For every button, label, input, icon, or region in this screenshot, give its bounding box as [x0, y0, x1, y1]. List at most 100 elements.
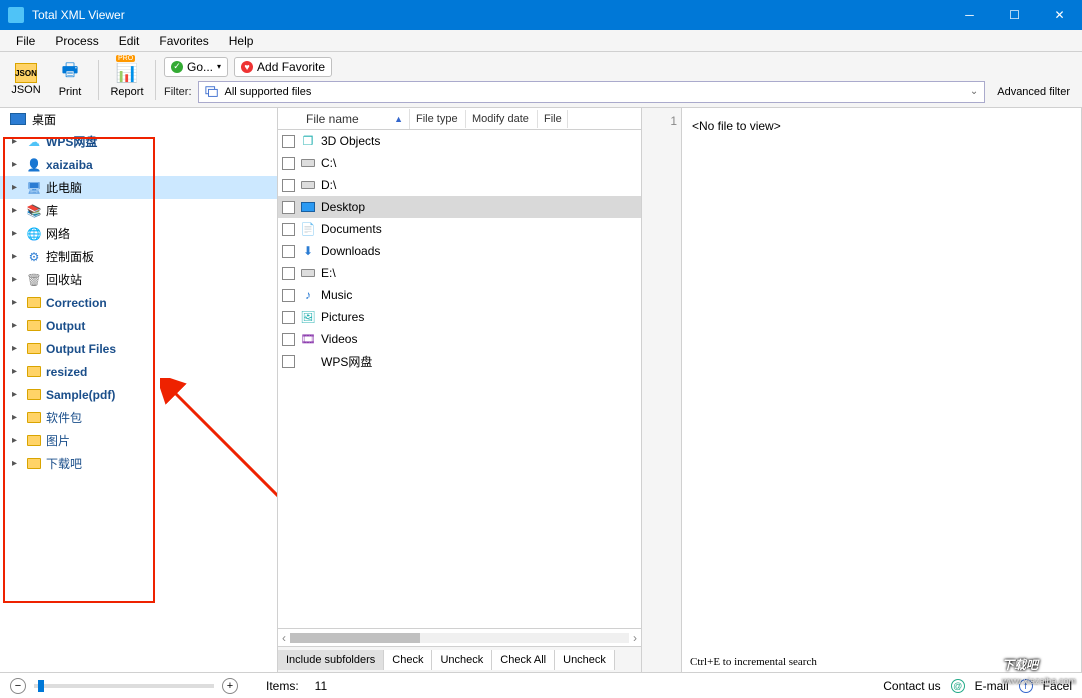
minimize-button[interactable]: ─ [947, 0, 992, 30]
file-row[interactable]: 🖼Pictures [278, 306, 641, 328]
expand-arrow-icon[interactable]: ▸ [12, 412, 22, 423]
tree-item[interactable]: ▸🗑回收站 [0, 268, 277, 291]
checkbox[interactable] [282, 355, 295, 368]
expand-arrow-icon[interactable]: ▸ [12, 366, 22, 377]
horizontal-scrollbar[interactable]: ‹› [278, 628, 641, 646]
expand-arrow-icon[interactable]: ▸ [12, 228, 22, 239]
expand-arrow-icon[interactable]: ▸ [12, 297, 22, 308]
tree-item[interactable]: ▸👤xaizaiba [0, 153, 277, 176]
add-favorite-button[interactable]: ♥ Add Favorite [234, 57, 332, 77]
expand-arrow-icon[interactable]: ▸ [12, 182, 22, 193]
checkbox[interactable] [282, 289, 295, 302]
checkbox[interactable] [282, 245, 295, 258]
file-row[interactable]: D:\ [278, 174, 641, 196]
separator [98, 60, 99, 100]
checkbox[interactable] [282, 333, 295, 346]
vid-icon: 🎞 [299, 331, 317, 347]
tree-label: 库 [46, 202, 58, 219]
zoom-slider[interactable] [34, 684, 214, 688]
tree-item[interactable]: ▸🌐网络 [0, 222, 277, 245]
file-row[interactable]: ⬇Downloads [278, 240, 641, 262]
menu-favorites[interactable]: Favorites [149, 32, 218, 50]
expand-arrow-icon[interactable]: ▸ [12, 274, 22, 285]
maximize-button[interactable]: ☐ [992, 0, 1037, 30]
checkbox[interactable] [282, 201, 295, 214]
tree-item[interactable]: ▸🖥此电脑 [0, 176, 277, 199]
zoom-in-button[interactable]: + [222, 678, 238, 694]
col-filesize[interactable]: File [538, 110, 568, 128]
checkbox[interactable] [282, 179, 295, 192]
file-row[interactable]: ❒3D Objects [278, 130, 641, 152]
file-row[interactable]: WPS网盘 [278, 350, 641, 372]
expand-arrow-icon[interactable]: ▸ [12, 320, 22, 331]
tree-item[interactable]: ▸Sample(pdf) [0, 383, 277, 406]
tree-item[interactable]: ▸📚库 [0, 199, 277, 222]
tab-uncheck-all[interactable]: Uncheck [555, 650, 615, 670]
email-link[interactable]: E-mail [975, 679, 1009, 693]
expand-arrow-icon[interactable]: ▸ [12, 251, 22, 262]
file-tabs: Include subfolders Check Uncheck Check A… [278, 646, 641, 672]
file-row[interactable]: E:\ [278, 262, 641, 284]
tree-item[interactable]: ▸软件包 [0, 406, 277, 429]
expand-arrow-icon[interactable]: ▸ [12, 136, 22, 147]
tree-root[interactable]: 桌面 [0, 108, 277, 130]
tree-item[interactable]: ▸下载吧 [0, 452, 277, 475]
close-button[interactable]: ✕ [1037, 0, 1082, 30]
tree-item[interactable]: ▸Output Files [0, 337, 277, 360]
expand-arrow-icon[interactable]: ▸ [12, 205, 22, 216]
expand-arrow-icon[interactable]: ▸ [12, 343, 22, 354]
tab-check[interactable]: Check [384, 650, 432, 670]
email-icon[interactable]: @ [951, 679, 965, 693]
file-row[interactable]: 🎞Videos [278, 328, 641, 350]
music-icon: ♪ [299, 287, 317, 303]
go-button[interactable]: ✓ Go... ▾ [164, 57, 228, 77]
checkbox[interactable] [282, 135, 295, 148]
tree-item[interactable]: ▸Correction [0, 291, 277, 314]
print-button[interactable]: 🖶 Print [50, 56, 90, 104]
checkbox[interactable] [282, 223, 295, 236]
file-row[interactable]: ♪Music [278, 284, 641, 306]
menu-help[interactable]: Help [219, 32, 264, 50]
file-row[interactable]: C:\ [278, 152, 641, 174]
tab-check-all[interactable]: Check All [492, 650, 555, 670]
advanced-filter-link[interactable]: Advanced filter [991, 86, 1076, 98]
tab-uncheck[interactable]: Uncheck [432, 650, 492, 670]
contact-us-link[interactable]: Contact us [883, 679, 940, 693]
col-filetype[interactable]: File type [410, 110, 466, 128]
tree-item[interactable]: ▸⚙控制面板 [0, 245, 277, 268]
file-list: ❒3D ObjectsC:\D:\Desktop📄Documents⬇Downl… [278, 130, 641, 628]
checkbox[interactable] [282, 311, 295, 324]
pic-icon: 🖼 [299, 309, 317, 325]
tree-item[interactable]: ▸☁WPS网盘 [0, 130, 277, 153]
menu-process[interactable]: Process [45, 32, 108, 50]
filter-dropdown[interactable]: All supported files ⌄ [198, 81, 986, 103]
folder-icon [26, 387, 42, 403]
checkbox[interactable] [282, 157, 295, 170]
expand-arrow-icon[interactable]: ▸ [12, 435, 22, 446]
expand-arrow-icon[interactable]: ▸ [12, 389, 22, 400]
checkbox[interactable] [282, 267, 295, 280]
facebook-link[interactable]: Facel [1043, 679, 1072, 693]
expand-arrow-icon[interactable]: ▸ [12, 458, 22, 469]
file-row[interactable]: 📄Documents [278, 218, 641, 240]
report-button[interactable]: PRO 📊 Report [107, 56, 147, 104]
folder-icon [26, 456, 42, 472]
tree-item[interactable]: ▸图片 [0, 429, 277, 452]
window-title: Total XML Viewer [32, 8, 125, 22]
menu-edit[interactable]: Edit [109, 32, 150, 50]
json-button[interactable]: JSON JSON [6, 56, 46, 104]
tree-item[interactable]: ▸Output [0, 314, 277, 337]
bin-icon: 🗑 [26, 272, 42, 288]
col-modifydate[interactable]: Modify date [466, 110, 538, 128]
expand-arrow-icon[interactable]: ▸ [12, 159, 22, 170]
tab-include-subfolders[interactable]: Include subfolders [278, 650, 384, 670]
blank-icon [299, 353, 317, 369]
viewer-body: <No file to view> Ctrl+E to incremental … [682, 108, 1082, 672]
col-filename[interactable]: File name▲ [300, 109, 410, 129]
menu-file[interactable]: File [6, 32, 45, 50]
zoom-out-button[interactable]: − [10, 678, 26, 694]
folder-icon [26, 364, 42, 380]
file-row[interactable]: Desktop [278, 196, 641, 218]
tree-item[interactable]: ▸resized [0, 360, 277, 383]
facebook-icon[interactable]: f [1019, 679, 1033, 693]
